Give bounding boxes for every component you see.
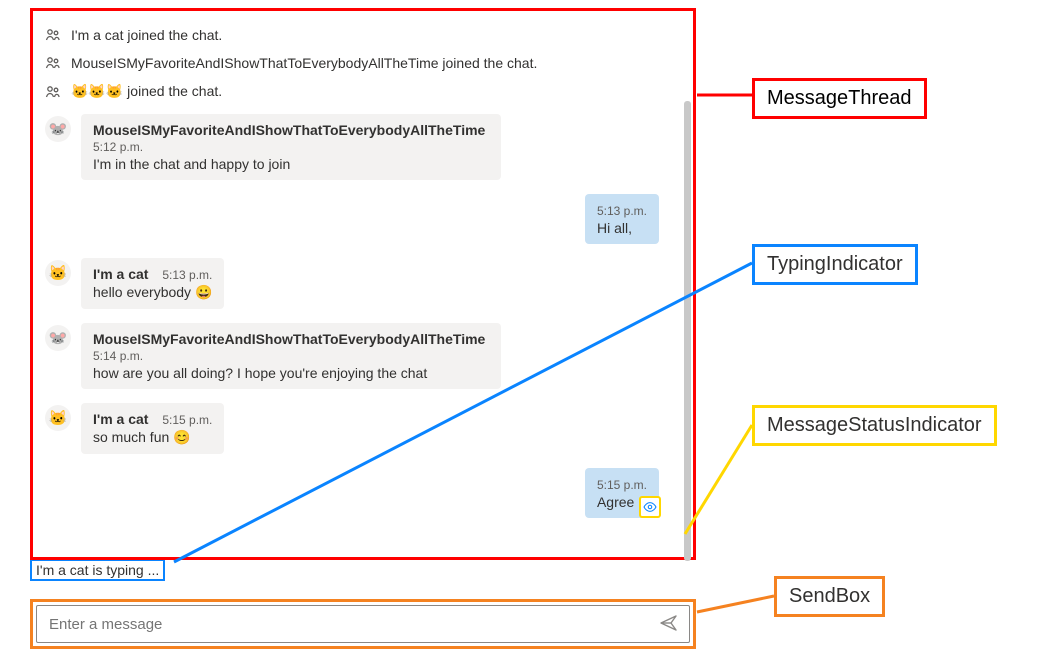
message-text: I'm in the chat and happy to join xyxy=(93,156,489,172)
people-icon xyxy=(45,27,61,43)
timestamp: 5:12 p.m. xyxy=(93,140,143,154)
message-bubble[interactable]: I'm a cat 5:15 p.m. so much fun 😊 xyxy=(81,403,224,454)
send-icon xyxy=(659,613,679,636)
system-event-text: I'm a cat joined the chat. xyxy=(71,27,222,43)
system-event: 🐱🐱🐱 joined the chat. xyxy=(45,83,685,100)
system-event-text: 🐱🐱🐱 joined the chat. xyxy=(71,83,222,100)
avatar: 🐱 xyxy=(45,260,71,286)
people-icon xyxy=(45,55,61,71)
message-input[interactable] xyxy=(47,615,659,634)
message-row: 🐱 I'm a cat 5:15 p.m. so much fun 😊 xyxy=(45,403,685,454)
timestamp: 5:15 p.m. xyxy=(597,478,647,492)
people-icon xyxy=(45,84,61,100)
avatar: 🐭 xyxy=(45,325,71,351)
sender-name: MouseISMyFavoriteAndIShowThatToEverybody… xyxy=(93,331,485,347)
message-text: Hi all, xyxy=(597,220,647,236)
sender-name: I'm a cat xyxy=(93,411,148,427)
sender-name: MouseISMyFavoriteAndIShowThatToEverybody… xyxy=(93,122,485,138)
message-bubble[interactable]: 5:13 p.m. Hi all, xyxy=(585,194,659,244)
timestamp: 5:13 p.m. xyxy=(162,268,212,282)
message-text: so much fun 😊 xyxy=(93,429,212,446)
message-row: 5:15 p.m. Agree :) xyxy=(45,468,659,518)
callout-message-thread: MessageThread xyxy=(752,78,927,119)
sender-name: I'm a cat xyxy=(93,266,148,282)
message-bubble[interactable]: MouseISMyFavoriteAndIShowThatToEverybody… xyxy=(81,323,501,389)
system-event-text: MouseISMyFavoriteAndIShowThatToEverybody… xyxy=(71,55,537,71)
timestamp: 5:15 p.m. xyxy=(162,413,212,427)
scrollbar[interactable] xyxy=(684,101,691,561)
message-row: 🐱 I'm a cat 5:13 p.m. hello everybody 😀 xyxy=(45,258,685,309)
send-box xyxy=(30,599,696,649)
timestamp: 5:14 p.m. xyxy=(93,349,143,363)
avatar: 🐭 xyxy=(45,116,71,142)
message-bubble[interactable]: I'm a cat 5:13 p.m. hello everybody 😀 xyxy=(81,258,224,309)
message-row: 🐭 MouseISMyFavoriteAndIShowThatToEverybo… xyxy=(45,114,685,180)
message-row: 🐭 MouseISMyFavoriteAndIShowThatToEverybo… xyxy=(45,323,685,389)
system-event: MouseISMyFavoriteAndIShowThatToEverybody… xyxy=(45,55,685,71)
callout-typing-indicator: TypingIndicator xyxy=(752,244,918,285)
seen-icon xyxy=(643,500,657,514)
send-button[interactable] xyxy=(659,613,679,636)
timestamp: 5:13 p.m. xyxy=(597,204,647,218)
message-bubble[interactable]: MouseISMyFavoriteAndIShowThatToEverybody… xyxy=(81,114,501,180)
message-text: hello everybody 😀 xyxy=(93,284,212,301)
typing-indicator: I'm a cat is typing ... xyxy=(30,559,165,581)
message-status-indicator xyxy=(639,496,661,518)
callout-send-box: SendBox xyxy=(774,576,885,617)
message-row: 5:13 p.m. Hi all, xyxy=(45,194,659,244)
message-text: how are you all doing? I hope you're enj… xyxy=(93,365,489,381)
avatar: 🐱 xyxy=(45,405,71,431)
system-event: I'm a cat joined the chat. xyxy=(45,27,685,43)
callout-status-indicator: MessageStatusIndicator xyxy=(752,405,997,446)
message-thread: I'm a cat joined the chat. MouseISMyFavo… xyxy=(30,8,696,560)
